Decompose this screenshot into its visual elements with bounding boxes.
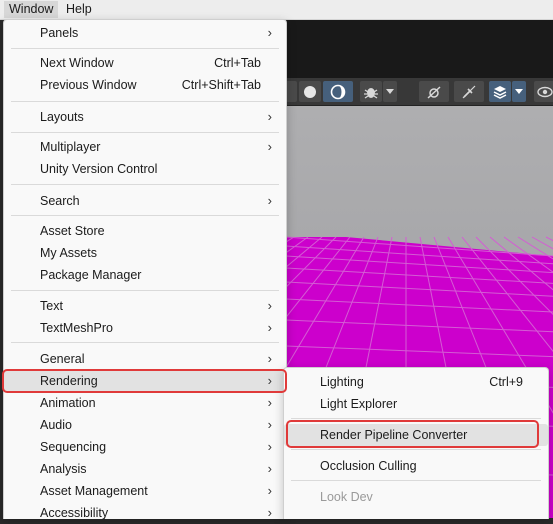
menu-item-asset-store[interactable]: Asset Store (4, 220, 286, 242)
menu-item-label: Search (40, 194, 80, 208)
menu-item-rendering[interactable]: Rendering › (4, 370, 286, 392)
menu-item-occlusion-culling[interactable]: Occlusion Culling (284, 455, 548, 477)
menu-item-lighting[interactable]: Lighting Ctrl+9 (284, 371, 548, 393)
shaded-sphere-icon[interactable] (299, 81, 321, 102)
chevron-right-icon: › (267, 109, 272, 124)
chevron-right-icon: › (267, 320, 272, 335)
window-menu: Panels › Next Window Ctrl+Tab Previous Windo… (3, 19, 287, 520)
chevron-right-icon: › (267, 193, 272, 208)
chevron-right-icon: › (267, 298, 272, 313)
pick-toggle-icon[interactable] (454, 81, 484, 102)
menu-item-label: Render Pipeline Converter (320, 428, 468, 442)
menu-item-asset-management[interactable]: Asset Management › (4, 480, 286, 502)
menu-separator (291, 418, 541, 419)
menu-item-label: Light Explorer (320, 397, 398, 411)
menu-item-shortcut: Ctrl+Tab (214, 56, 261, 70)
visibility-toggle-icon[interactable] (419, 81, 449, 102)
menu-item-previous-window[interactable]: Previous Window Ctrl+Shift+Tab (4, 74, 286, 96)
menu-item-search[interactable]: Search › (4, 190, 286, 212)
menu-item-label: Animation (40, 396, 96, 410)
scene-toolbar (286, 78, 553, 106)
menu-item-label: Next Window (40, 56, 114, 70)
debug-bug-icon[interactable] (360, 81, 382, 102)
menu-item-multiplayer[interactable]: Multiplayer › (4, 136, 286, 158)
menu-item-label: Asset Store (40, 224, 105, 238)
gizmo-layers-icon[interactable] (489, 81, 511, 102)
menu-item-general[interactable]: General › (4, 348, 286, 370)
menu-window[interactable]: Window (4, 1, 59, 18)
menu-item-sequencing[interactable]: Sequencing › (4, 436, 286, 458)
menu-item-shortcut: Ctrl+9 (489, 375, 523, 389)
menu-separator (11, 184, 279, 185)
menu-item-layouts[interactable]: Layouts › (4, 106, 286, 128)
menu-separator (291, 480, 541, 481)
menu-item-label: Audio (40, 418, 72, 432)
menu-item-textmeshpro[interactable]: TextMeshPro › (4, 317, 286, 339)
menu-item-label: Sequencing (40, 440, 107, 454)
menu-item-label: My Assets (40, 246, 97, 260)
chevron-right-icon: › (267, 417, 272, 432)
menu-separator (11, 215, 279, 216)
chevron-right-icon: › (267, 373, 272, 388)
eye-icon[interactable] (534, 81, 553, 102)
menu-item-label: Asset Management (40, 484, 148, 498)
chevron-right-icon: › (267, 139, 272, 154)
menu-item-label: General (40, 352, 85, 366)
menu-item-label: Analysis (40, 462, 87, 476)
chevron-down-icon[interactable] (512, 81, 526, 102)
menu-item-analysis[interactable]: Analysis › (4, 458, 286, 480)
menu-item-package-manager[interactable]: Package Manager (4, 264, 286, 286)
menu-item-accessibility[interactable]: Accessibility › (4, 502, 286, 524)
toolbar-button-partial[interactable] (286, 81, 297, 102)
chevron-right-icon: › (267, 461, 272, 476)
menu-item-animation[interactable]: Animation › (4, 392, 286, 414)
menu-item-panels[interactable]: Panels › (4, 22, 286, 44)
menu-item-text[interactable]: Text › (4, 295, 286, 317)
menu-item-audio[interactable]: Audio › (4, 414, 286, 436)
menu-item-light-explorer[interactable]: Light Explorer (284, 393, 548, 415)
menu-separator (11, 48, 279, 49)
menu-item-look-dev: Look Dev (284, 486, 548, 508)
menu-separator (11, 132, 279, 133)
draw-mode-icon[interactable] (323, 81, 353, 102)
menu-item-my-assets[interactable]: My Assets (4, 242, 286, 264)
menu-item-label: TextMeshPro (40, 321, 113, 335)
menu-item-label: Lighting (320, 375, 364, 389)
chevron-right-icon: › (267, 483, 272, 498)
menu-item-label: Accessibility (40, 506, 109, 520)
menu-item-render-pipeline-converter[interactable]: Render Pipeline Converter (284, 424, 548, 446)
menu-bar: Window Help (0, 0, 553, 20)
chevron-right-icon: › (267, 505, 272, 520)
chevron-down-icon[interactable] (383, 81, 397, 102)
chevron-right-icon: › (267, 351, 272, 366)
menu-item-next-window[interactable]: Next Window Ctrl+Tab (4, 52, 286, 74)
menu-item-shortcut: Ctrl+Shift+Tab (181, 78, 261, 92)
chevron-right-icon: › (267, 439, 272, 454)
menu-help[interactable]: Help (61, 1, 97, 18)
menu-separator (291, 449, 541, 450)
menu-separator (11, 342, 279, 343)
menu-item-label: Text (40, 299, 63, 313)
menu-item-label: Rendering (40, 374, 98, 388)
menu-separator (11, 101, 279, 102)
menu-item-label: Look Dev (320, 490, 373, 504)
menu-separator (11, 290, 279, 291)
menu-item-label: Panels (40, 26, 79, 40)
menu-item-label: Layouts (40, 110, 84, 124)
menu-item-label: Multiplayer (40, 140, 101, 154)
menu-item-label: Package Manager (40, 268, 142, 282)
chevron-right-icon: › (267, 395, 272, 410)
menu-item-label: Unity Version Control (40, 162, 158, 176)
chevron-right-icon: › (267, 25, 272, 40)
menu-item-unity-version-control[interactable]: Unity Version Control (4, 158, 286, 180)
menu-item-label: Previous Window (40, 78, 137, 92)
editor-background (286, 20, 553, 78)
menu-item-label: Occlusion Culling (320, 459, 417, 473)
rendering-submenu: Lighting Ctrl+9 Light Explorer Render Pipel… (283, 367, 549, 519)
